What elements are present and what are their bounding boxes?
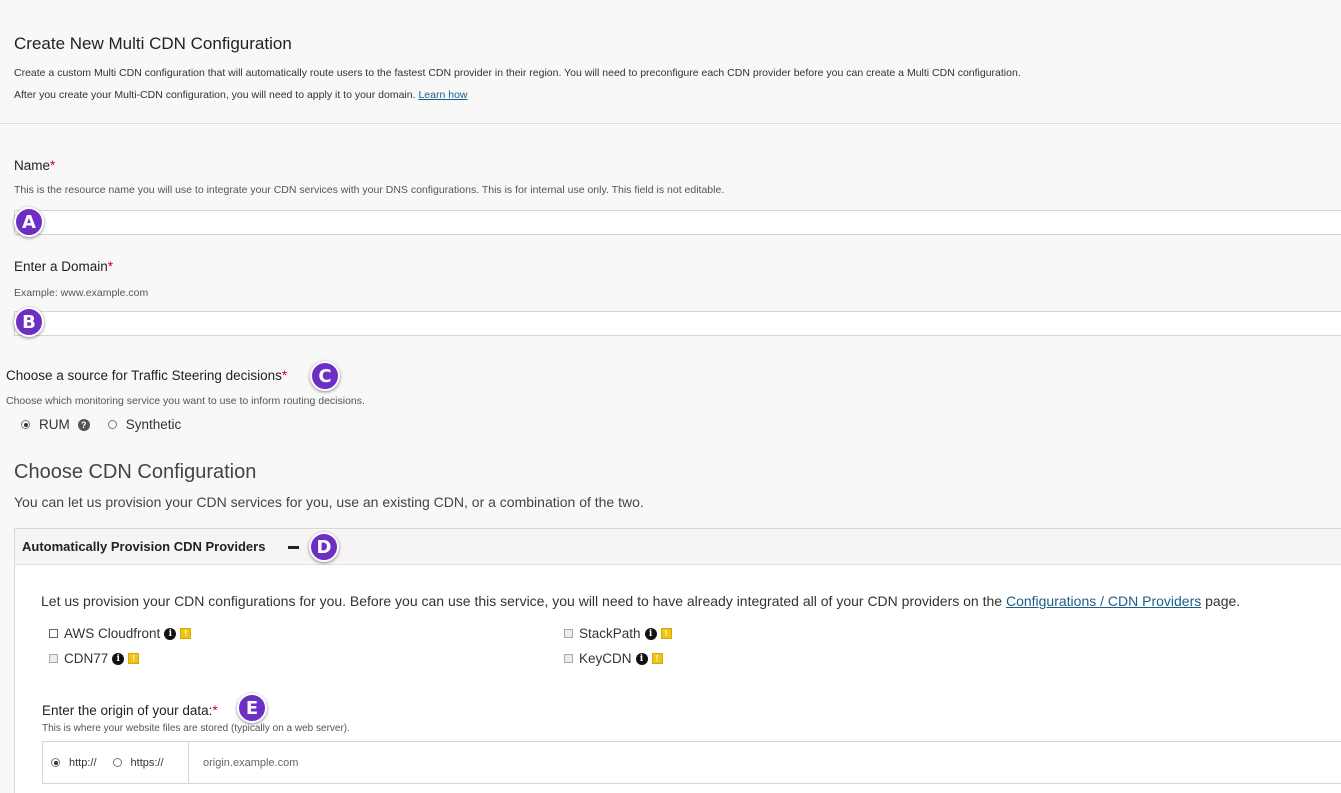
panel-description: Let us provision your CDN configurations… [41, 593, 1241, 609]
keycdn-checkbox[interactable] [564, 654, 573, 663]
provider-stackpath[interactable]: StackPath i ! [564, 626, 672, 641]
marker-d: D [309, 532, 339, 562]
domain-input[interactable] [14, 311, 1341, 336]
cdn-config-title: Choose CDN Configuration [14, 461, 257, 483]
steering-help: Choose which monitoring service you want… [6, 395, 365, 407]
info-icon[interactable]: i [164, 627, 177, 640]
http-radio[interactable] [51, 758, 60, 767]
name-input[interactable] [14, 210, 1341, 235]
marker-b: B [14, 307, 44, 337]
https-radio[interactable] [112, 758, 122, 767]
cdn-config-subtitle: You can let us provision your CDN servic… [14, 494, 644, 510]
collapse-icon[interactable] [288, 546, 299, 549]
origin-help: This is where your website files are sto… [42, 723, 350, 734]
http-label: http:// [69, 756, 97, 769]
intro-text: Create a custom Multi CDN configuration … [14, 67, 1021, 79]
protocol-selector: http:// https:// [43, 742, 189, 783]
rum-radio[interactable] [21, 420, 30, 429]
info-icon[interactable]: i [635, 652, 648, 665]
cdn-providers-link[interactable]: Configurations / CDN Providers [1006, 593, 1201, 609]
name-label: Name* [14, 158, 56, 173]
required-mark: * [50, 158, 56, 173]
steering-options: RUM ? Synthetic [21, 417, 181, 432]
cdn77-checkbox[interactable] [49, 654, 58, 663]
marker-e: E [237, 693, 267, 723]
rum-label: RUM [39, 417, 70, 432]
aws-checkbox[interactable] [49, 629, 58, 638]
origin-field: http:// https:// [42, 741, 1341, 784]
marker-a: A [14, 207, 44, 237]
learn-how-link[interactable]: Learn how [418, 89, 467, 101]
panel-title: Automatically Provision CDN Providers [22, 539, 266, 554]
info-icon[interactable]: i [112, 652, 125, 665]
warning-icon: ! [660, 628, 672, 639]
domain-label: Enter a Domain* [14, 259, 114, 274]
question-icon[interactable]: ? [77, 418, 90, 431]
provider-aws[interactable]: AWS Cloudfront i ! [49, 626, 192, 641]
domain-help: Example: www.example.com [14, 287, 149, 299]
marker-c: C [310, 361, 340, 391]
steering-label: Choose a source for Traffic Steering dec… [6, 368, 288, 383]
required-mark: * [281, 368, 288, 383]
stackpath-checkbox[interactable] [564, 629, 573, 638]
panel-header[interactable]: Automatically Provision CDN Providers [15, 529, 1341, 565]
name-help: This is the resource name you will use t… [14, 184, 725, 196]
warning-icon: ! [128, 653, 140, 664]
page-header: Create New Multi CDN Configuration Creat… [0, 0, 1341, 124]
intro-text-2: After you create your Multi-CDN configur… [14, 89, 468, 101]
https-label: https:// [130, 756, 164, 769]
origin-label: Enter the origin of your data:* [42, 703, 218, 718]
auto-provision-panel: Automatically Provision CDN Providers D … [14, 528, 1341, 793]
required-mark: * [212, 703, 218, 718]
warning-icon: ! [180, 628, 192, 639]
synthetic-radio[interactable] [107, 420, 117, 429]
warning-icon: ! [651, 653, 663, 664]
info-icon[interactable]: i [644, 627, 657, 640]
page-title: Create New Multi CDN Configuration [14, 34, 292, 53]
synthetic-label: Synthetic [125, 417, 182, 432]
provider-keycdn[interactable]: KeyCDN i ! [564, 651, 663, 666]
provider-cdn77[interactable]: CDN77 i ! [49, 651, 140, 666]
required-mark: * [107, 259, 114, 274]
origin-input[interactable] [189, 742, 1339, 783]
